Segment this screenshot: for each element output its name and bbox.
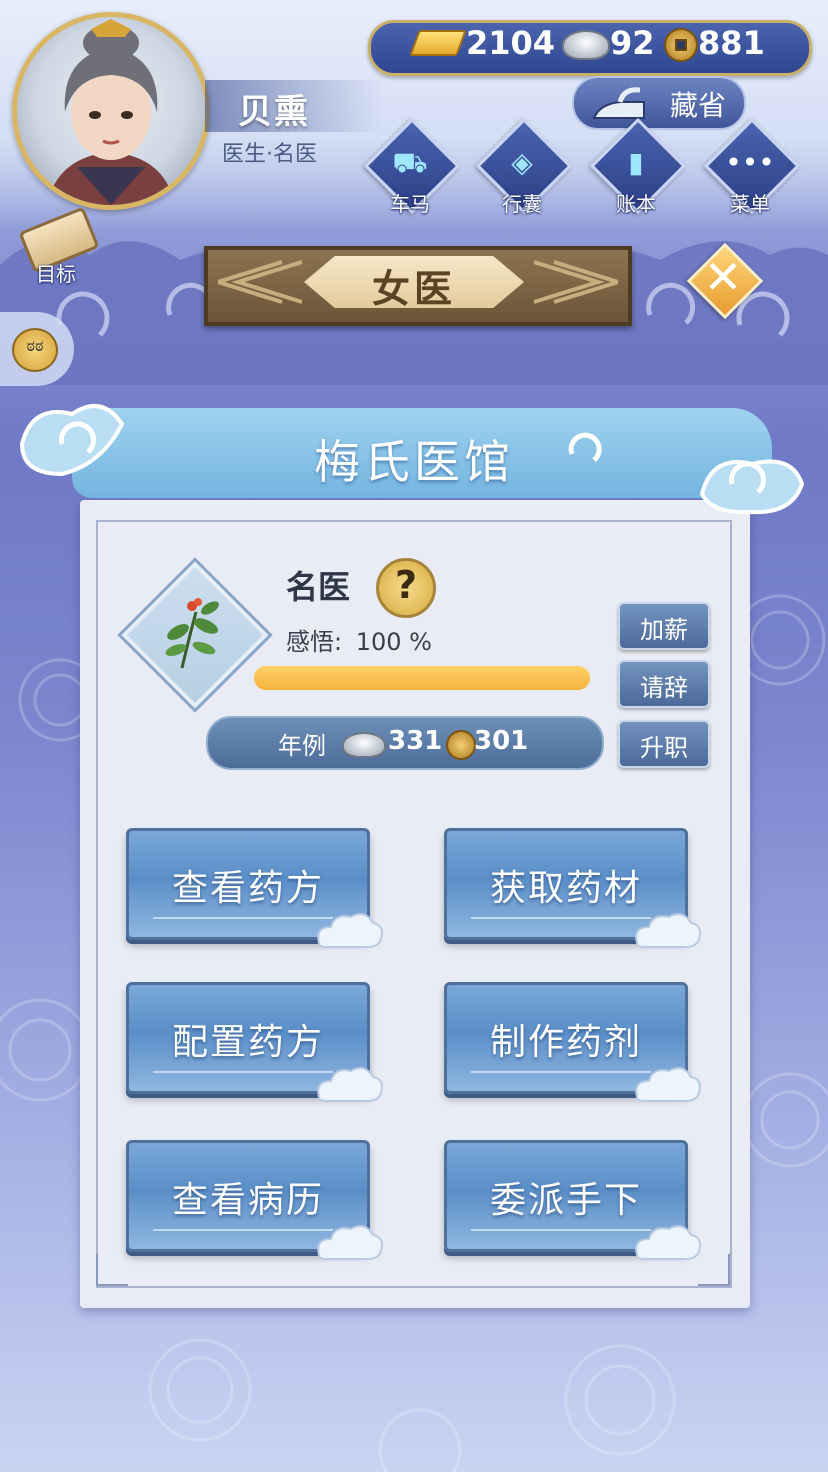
make-medicine-button[interactable]: 制作药剂 (444, 982, 701, 1102)
promote-label: 升职 (640, 734, 688, 762)
copper-coin-icon (664, 28, 698, 62)
iron-icon (592, 87, 645, 119)
configure-prescription-button[interactable]: 配置药方 (126, 982, 383, 1102)
hospital-name: 梅氏医馆 (314, 435, 514, 489)
insight-progress-bar (254, 666, 590, 690)
action-label: 配置药方 (171, 1022, 324, 1063)
action-label: 查看病历 (171, 1180, 324, 1221)
help-button[interactable]: ? (376, 558, 436, 618)
ledger-icon: ▮ (628, 146, 644, 179)
silver-ingot-icon (562, 30, 610, 60)
salary-plate: 年例 331 301 (206, 716, 604, 770)
menu-ledger-label: 账本 (616, 192, 656, 216)
page-title-plate: 女医 (204, 246, 632, 326)
close-button[interactable]: ✕ (686, 242, 764, 320)
insight-value: 100 % (355, 628, 432, 656)
close-icon: ✕ (703, 250, 743, 304)
insight-label: 感悟: (286, 628, 343, 656)
view-prescriptions-button[interactable]: 查看药方 (126, 828, 383, 948)
more-icon: ••• (725, 146, 775, 179)
herb-icon (165, 598, 220, 669)
gold-bar-icon (409, 30, 467, 56)
player-title: 医生·名医 (222, 142, 317, 167)
menu-more-label: 菜单 (730, 192, 770, 216)
menu-carriage-button[interactable]: ⛟ 车马 (363, 117, 461, 216)
copper-amount: 881 (698, 24, 765, 62)
bag-icon: ◈ (511, 146, 533, 179)
cloud-icon (635, 1225, 701, 1260)
action-label: 获取药材 (489, 868, 642, 909)
menu-bag-label: 行囊 (502, 192, 542, 216)
salary-copper: 301 (474, 726, 529, 756)
view-medical-records-button[interactable]: 查看病历 (126, 1140, 383, 1260)
copper-coin-icon (446, 730, 476, 760)
job-rank: 名医 (286, 568, 351, 606)
cloud-icon (635, 1067, 701, 1102)
chat-face-icon (12, 328, 58, 372)
menu-more-button[interactable]: ••• 菜单 (703, 117, 801, 216)
silver-ingot-icon (342, 732, 386, 758)
player-name: 贝熏 (238, 92, 310, 132)
action-label: 制作药剂 (489, 1022, 642, 1063)
silver-amount: 92 (610, 24, 655, 62)
goal-button[interactable]: 目标 (14, 206, 100, 286)
menu-bag-button[interactable]: ◈ 行囊 (475, 117, 573, 216)
assign-subordinate-button[interactable]: 委派手下 (444, 1140, 701, 1260)
raise-salary-button[interactable]: 加薪 (618, 602, 710, 650)
menu-carriage-label: 车马 (390, 192, 430, 216)
insight-text: 感悟: 100 % (286, 622, 432, 657)
resign-button[interactable]: 请辞 (618, 660, 710, 708)
promote-button[interactable]: 升职 (618, 720, 710, 768)
question-icon: ? (394, 563, 418, 607)
salary-label: 年例 (278, 732, 326, 760)
salary-silver: 331 (388, 726, 443, 756)
frame-corner (96, 1254, 128, 1286)
cloud-icon (317, 1225, 383, 1260)
raise-salary-label: 加薪 (640, 616, 688, 644)
action-label: 委派手下 (489, 1180, 642, 1221)
carriage-icon: ⛟ (392, 146, 428, 179)
gold-amount: 2104 (466, 24, 556, 62)
cloud-icon (635, 913, 701, 948)
page-title: 女医 (371, 267, 456, 311)
resign-label: 请辞 (640, 674, 688, 702)
job-icon-frame (117, 557, 273, 713)
hospital-banner: 梅氏医馆 (12, 384, 808, 520)
hide-button[interactable]: 藏省 (572, 76, 746, 130)
hide-button-label: 藏省 (670, 89, 727, 122)
action-label: 查看药方 (171, 868, 324, 909)
cloud-icon (317, 1067, 383, 1102)
chat-button[interactable] (0, 312, 74, 386)
cloud-icon (317, 913, 383, 948)
menu-ledger-button[interactable]: ▮ 账本 (589, 117, 687, 216)
get-herbs-button[interactable]: 获取药材 (444, 828, 701, 948)
goal-label: 目标 (36, 262, 76, 286)
avatar-portrait (47, 19, 175, 205)
player-avatar[interactable] (12, 12, 210, 210)
